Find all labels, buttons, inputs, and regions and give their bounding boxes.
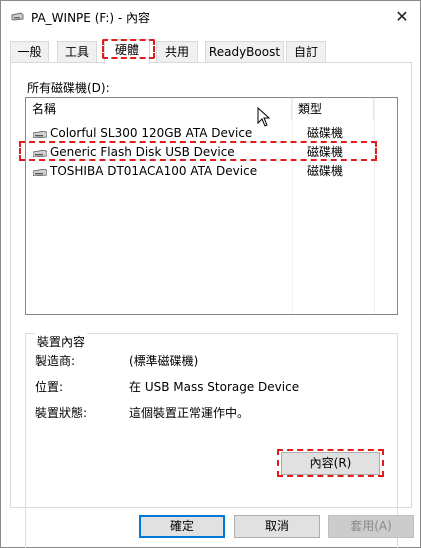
- all-disks-label: 所有磁碟機(D):: [27, 81, 110, 95]
- close-icon: ✕: [395, 6, 409, 26]
- manufacturer-value: (標準磁碟機): [129, 354, 199, 368]
- device-type: 磁碟機: [307, 164, 344, 178]
- hardware-panel: 所有磁碟機(D): 名稱 類型 Colorful SL300 120GB ATA…: [10, 62, 412, 548]
- disk-list[interactable]: 名稱 類型 Colorful SL300 120GB ATA Device 磁碟…: [25, 97, 398, 315]
- list-item[interactable]: Colorful SL300 120GB ATA Device 磁碟機: [26, 124, 397, 143]
- device-type: 磁碟機: [307, 126, 344, 140]
- disk-drive-icon: [33, 131, 47, 138]
- device-status-label: 裝置狀態:: [35, 406, 88, 420]
- ok-button[interactable]: 確定: [139, 515, 225, 538]
- location-label: 位置:: [35, 380, 64, 394]
- tab-general[interactable]: 一般: [10, 41, 49, 63]
- device-type: 磁碟機: [307, 145, 344, 159]
- tab-customize[interactable]: 自訂: [286, 41, 326, 63]
- title-bar: PA_WINPE (F:) - 內容 ✕: [1, 1, 420, 32]
- tab-tools[interactable]: 工具: [57, 41, 97, 63]
- cancel-button[interactable]: 取消: [234, 515, 320, 538]
- window-title: PA_WINPE (F:) - 內容: [31, 11, 151, 25]
- tab-sharing[interactable]: 共用: [156, 41, 198, 63]
- device-status-value: 這個裝置正常運作中。: [129, 406, 250, 420]
- close-button[interactable]: ✕: [387, 3, 417, 29]
- device-name: TOSHIBA DT01ACA100 ATA Device: [50, 164, 258, 178]
- apply-button[interactable]: 套用(A): [328, 515, 414, 538]
- column-header-name[interactable]: 名稱: [26, 98, 292, 120]
- list-item[interactable]: TOSHIBA DT01ACA100 ATA Device 磁碟機: [26, 162, 397, 181]
- column-header-type[interactable]: 類型: [292, 98, 374, 120]
- mouse-cursor-icon: [257, 107, 271, 127]
- properties-window: PA_WINPE (F:) - 內容 ✕ 一般 工具 硬體 共用 ReadyBo…: [0, 0, 421, 548]
- device-properties-button[interactable]: 內容(R): [281, 452, 380, 475]
- list-header: 名稱 類型: [26, 98, 397, 120]
- tab-hardware[interactable]: 硬體: [104, 39, 150, 64]
- location-value: 在 USB Mass Storage Device: [129, 380, 300, 394]
- device-name: Colorful SL300 120GB ATA Device: [50, 126, 253, 140]
- disk-drive-icon: [33, 169, 47, 176]
- list-item[interactable]: Generic Flash Disk USB Device 磁碟機: [26, 143, 397, 162]
- disk-drive-icon: [33, 150, 47, 157]
- removable-drive-icon: [11, 12, 24, 21]
- device-properties-title: 裝置內容: [35, 333, 88, 350]
- manufacturer-label: 製造商:: [35, 354, 76, 368]
- device-name: Generic Flash Disk USB Device: [50, 145, 235, 159]
- tab-readyboost[interactable]: ReadyBoost: [205, 41, 284, 63]
